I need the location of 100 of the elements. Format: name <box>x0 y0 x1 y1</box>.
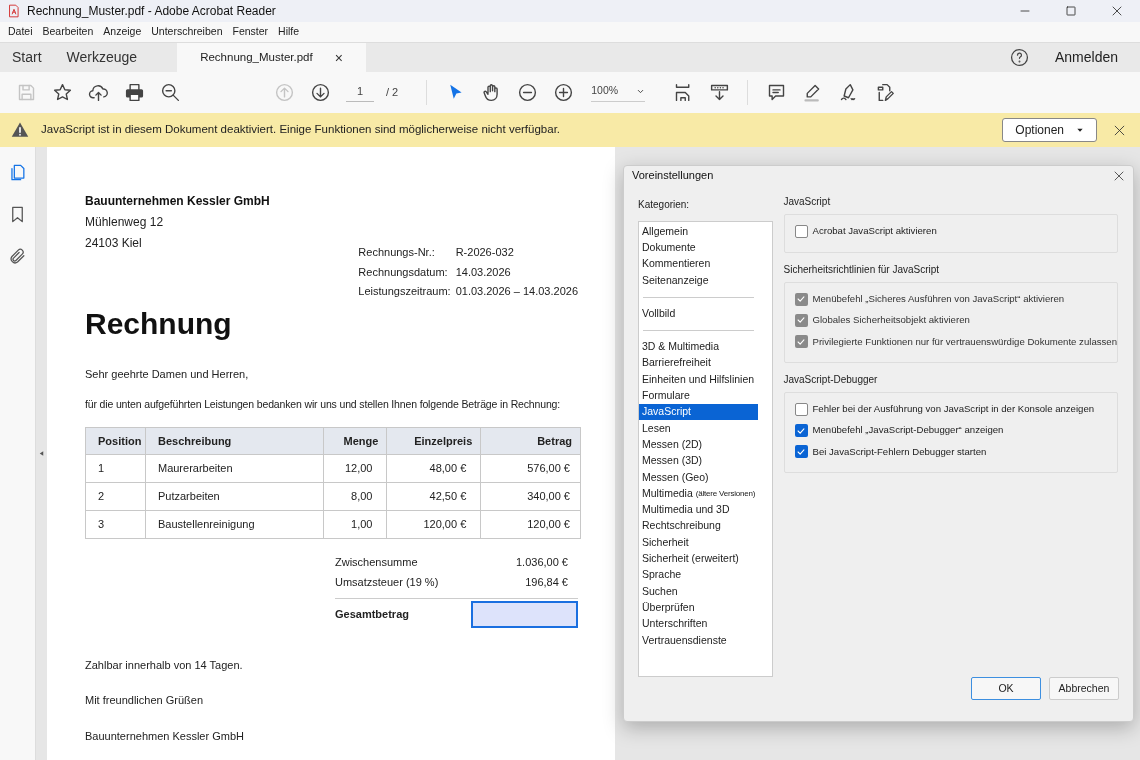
section-title: JavaScript <box>783 195 832 210</box>
category-item[interactable]: Sprache <box>639 567 758 584</box>
category-item[interactable]: Barrierefreiheit <box>639 355 758 372</box>
caret-icon <box>1076 126 1084 134</box>
table-cell: 42,50 € <box>386 482 481 511</box>
category-item[interactable]: Allgemein <box>639 223 758 240</box>
category-item[interactable]: Formulare <box>639 387 758 405</box>
category-item[interactable]: Unterschriften <box>639 615 758 633</box>
menu-item[interactable]: Datei <box>4 24 37 40</box>
total-value: 196,84 € <box>525 574 568 590</box>
category-item[interactable]: Messen (2D) <box>639 436 758 453</box>
table-cell: Baustellenreinigung <box>145 510 324 539</box>
warning-message: JavaScript ist in diesem Dokument deaktiviert. Einige Funktionen sind möglicherweise nicht verfügbar. <box>41 122 561 138</box>
sign-in-button[interactable]: Anmelden <box>1054 47 1118 68</box>
category-item[interactable]: Vertrauensdienste <box>639 632 758 649</box>
dialog-button[interactable]: OK <box>971 677 1041 701</box>
category-item[interactable]: Messen (Geo) <box>639 469 758 486</box>
column-header: Einzelpreis <box>386 427 481 455</box>
total-label: Umsatzsteuer (19 %) <box>335 574 439 590</box>
table-cell: 340,00 € <box>480 482 581 511</box>
category-item[interactable]: JavaScript <box>639 404 758 421</box>
document-tab[interactable]: Rechnung_Muster.pdf × <box>177 43 366 72</box>
closing-text: Zahlbar innerhalb von 14 Tagen. <box>85 657 244 673</box>
help-icon <box>1009 48 1029 67</box>
category-item[interactable]: Lesen <box>639 420 758 437</box>
tab-close-button[interactable]: × <box>334 50 343 65</box>
check-icon <box>796 425 806 436</box>
help-button[interactable] <box>1009 48 1029 67</box>
option-label: Acrobat JavaScript aktivieren <box>812 224 937 239</box>
page-number-field[interactable]: 1 <box>346 82 374 103</box>
meta-label: Rechnungsdatum: <box>358 264 449 280</box>
menu-item[interactable]: Anzeige <box>99 24 146 40</box>
category-item[interactable]: Kommentieren <box>639 256 758 273</box>
checkbox[interactable] <box>794 424 808 438</box>
address-line: Mühlenweg 12 <box>85 214 165 231</box>
category-item[interactable]: Multimedia und 3D <box>639 501 758 519</box>
document-heading: Rechnung <box>85 305 233 342</box>
intro-text: für die unten aufgeführten Leistungen bedanken wir uns und stellen Ihnen folgende Beträge in Rechnung: <box>85 397 562 412</box>
table-cell: 1 <box>85 454 146 483</box>
category-item[interactable]: Sicherheit (erweitert) <box>639 550 758 568</box>
category-item[interactable]: Überprüfen <box>639 599 758 616</box>
option-label: Menübefehl „Sicheres Ausführen von JavaScript“ aktivieren <box>812 291 1065 306</box>
table-cell: 8,00 <box>323 482 387 511</box>
meta-label: Rechnungs-Nr.: <box>358 245 436 260</box>
menu-item[interactable]: Fenster <box>228 24 273 40</box>
table-cell: 2 <box>85 482 146 511</box>
category-item[interactable]: Suchen <box>639 583 758 600</box>
meta-value: 14.03.2026 <box>455 264 512 280</box>
category-item[interactable]: Sicherheit <box>639 534 758 551</box>
table-cell: 120,00 € <box>480 510 581 539</box>
category-item[interactable]: Vollbild <box>639 305 758 322</box>
table-cell: 576,00 € <box>480 454 581 483</box>
total-label: Zwischensumme <box>335 554 418 570</box>
option-label: Globales Sicherheitsobjekt aktivieren <box>812 313 970 328</box>
checkbox[interactable] <box>794 225 808 239</box>
table-cell: Maurerarbeiten <box>145 454 324 483</box>
checkbox[interactable] <box>794 445 808 459</box>
meta-value: R-2026-032 <box>455 245 515 260</box>
category-item[interactable]: Rechtschreibung <box>639 518 758 535</box>
column-header: Beschreibung <box>145 427 324 455</box>
total-value: 1.036,00 € <box>516 554 568 570</box>
check-icon <box>796 315 806 326</box>
categories-label: Kategorien: <box>638 198 691 212</box>
tab-label: Rechnung_Muster.pdf <box>200 49 313 65</box>
category-item[interactable]: 3D & Multimedia <box>639 338 758 356</box>
menu-item[interactable]: Unterschreiben <box>147 24 227 40</box>
options-button[interactable]: Optionen <box>1002 118 1097 142</box>
category-item[interactable]: Messen (3D) <box>639 453 758 470</box>
column-header: Position <box>85 427 146 455</box>
checkbox[interactable] <box>794 402 808 416</box>
check-icon <box>796 294 806 304</box>
option-label: Bei JavaScript-Fehlern Debugger starten <box>812 444 987 459</box>
dialog-title: Voreinstellungen <box>632 168 714 184</box>
menu-item[interactable]: Bearbeiten <box>38 24 98 40</box>
check-icon <box>796 446 806 457</box>
warning-icon <box>11 121 29 139</box>
closing-text: Mit freundlichen Grüßen <box>85 693 204 709</box>
maximize-icon <box>1065 5 1077 17</box>
close-icon <box>1113 123 1126 137</box>
grand-total-label: Gesamtbetrag <box>335 607 409 622</box>
close-button[interactable] <box>1113 169 1125 182</box>
option-label: Menübefehl „JavaScript-Debugger“ anzeigen <box>812 423 1004 438</box>
tab[interactable]: Werkzeuge <box>53 43 178 72</box>
category-item[interactable]: Multimedia (ältere Versionen) <box>639 485 758 502</box>
category-item[interactable]: Dokumente <box>639 239 758 256</box>
menu-item[interactable]: Hilfe <box>274 24 304 40</box>
category-item[interactable]: Einheiten und Hilfslinien <box>639 371 758 388</box>
column-header: Menge <box>323 427 387 455</box>
meta-label: Leistungszeitraum: <box>358 284 451 299</box>
close-button[interactable] <box>1113 123 1126 137</box>
pages-icon <box>8 162 27 182</box>
category-item[interactable]: Seitenanzeige <box>639 272 758 289</box>
collapse-arrow-icon[interactable] <box>38 450 45 457</box>
tab[interactable]: Start <box>0 43 54 72</box>
closing-text: Bauunternehmen Kessler GmbH <box>85 728 245 744</box>
total-input-field[interactable] <box>471 600 578 628</box>
meta-value: 01.03.2026 – 14.03.2026 <box>455 284 578 299</box>
dialog-button[interactable]: Abbrechen <box>1049 677 1119 701</box>
table-cell: 1,00 <box>323 510 387 539</box>
zoom-dropdown[interactable]: 100% <box>591 83 646 102</box>
